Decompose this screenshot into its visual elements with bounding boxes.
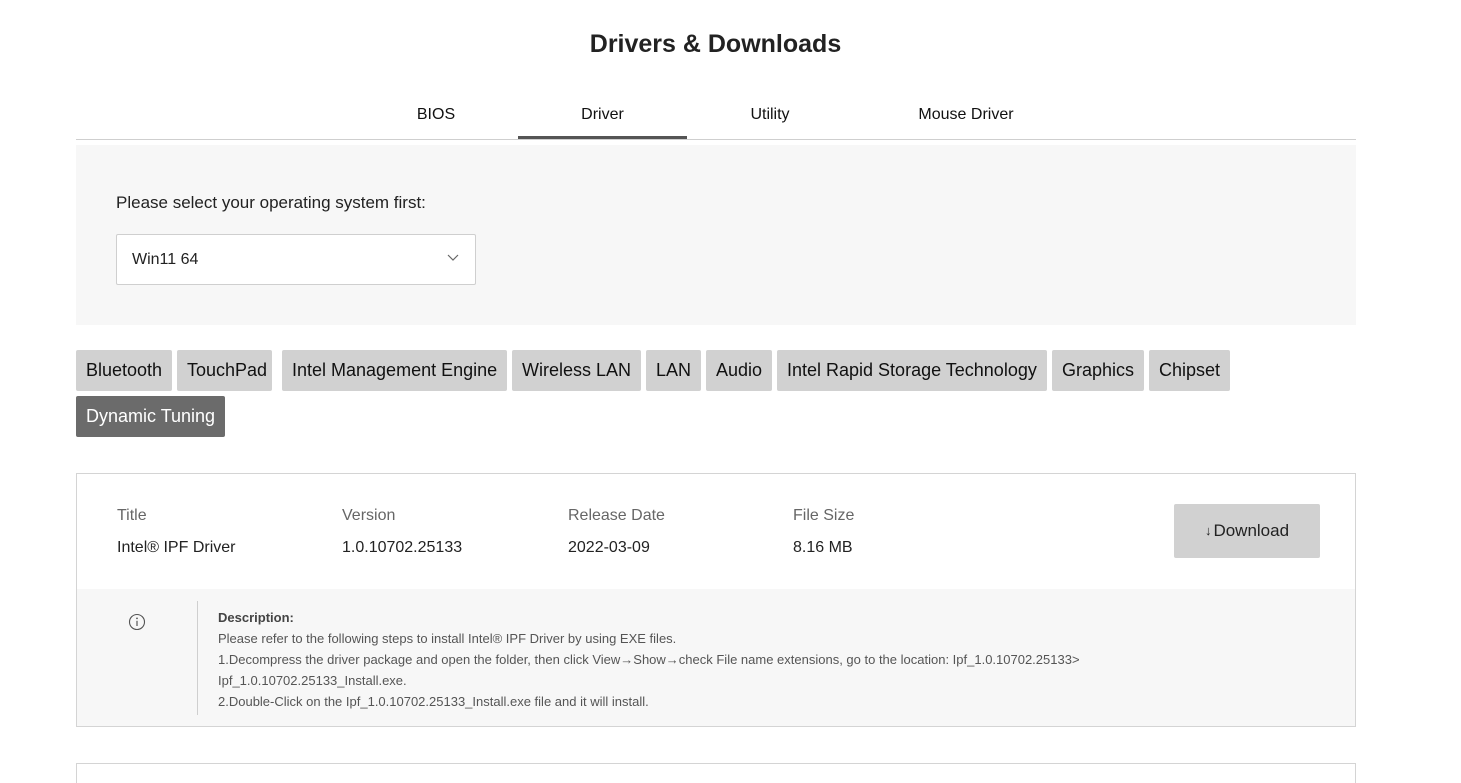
category-bluetooth[interactable]: Bluetooth	[76, 350, 172, 391]
tab-bios[interactable]: BIOS	[376, 90, 496, 139]
header-title: Title	[117, 507, 147, 524]
description-line: Please refer to the following steps to i…	[218, 631, 677, 646]
page-title: Drivers & Downloads	[589, 30, 842, 58]
category-wireless-lan[interactable]: Wireless LAN	[512, 350, 641, 391]
driver-file-size: 8.16 MB	[793, 539, 853, 556]
driver-item-card-next	[76, 763, 1356, 783]
os-selection-panel: Please select your operating system firs…	[76, 145, 1356, 325]
tab-bar: BIOS Driver Utility Mouse Driver	[76, 90, 1356, 140]
tab-driver[interactable]: Driver	[518, 90, 687, 139]
description-line: 2.Double-Click on the Ipf_1.0.10702.2513…	[218, 694, 649, 709]
description-section: Description: Please refer to the followi…	[77, 589, 1355, 726]
description-line: 1.Decompress the driver package and open…	[218, 652, 1080, 667]
driver-version: 1.0.10702.25133	[342, 539, 463, 556]
description-line: Ipf_1.0.10702.25133_Install.exe.	[218, 673, 407, 688]
description-divider	[197, 601, 198, 715]
category-touchpad[interactable]: TouchPad	[177, 350, 272, 391]
info-icon	[128, 613, 146, 631]
header-file-size: File Size	[793, 507, 855, 524]
download-button[interactable]: ↓ Download	[1174, 504, 1320, 558]
os-select-value: Win11 64	[132, 251, 199, 268]
download-button-label: Download	[1213, 521, 1290, 540]
driver-title: Intel® IPF Driver	[117, 539, 236, 556]
os-select-label: Please select your operating system firs…	[116, 193, 426, 212]
category-audio[interactable]: Audio	[706, 350, 772, 391]
category-chipset[interactable]: Chipset	[1149, 350, 1230, 391]
description-text: Description: Please refer to the followi…	[218, 607, 1328, 712]
os-select-dropdown[interactable]: Win11 64	[116, 234, 476, 285]
download-arrow-icon: ↓	[1204, 523, 1212, 538]
description-title: Description:	[218, 610, 294, 625]
header-version: Version	[342, 507, 396, 524]
category-intel-management-engine[interactable]: Intel Management Engine	[282, 350, 507, 391]
tab-utility[interactable]: Utility	[710, 90, 830, 139]
category-dynamic-tuning[interactable]: Dynamic Tuning	[76, 396, 225, 437]
chevron-down-icon	[447, 254, 459, 261]
tab-mouse-driver[interactable]: Mouse Driver	[886, 90, 1046, 139]
category-intel-rapid-storage-technology[interactable]: Intel Rapid Storage Technology	[777, 350, 1047, 391]
driver-item-card: Title Version Release Date File Size Int…	[76, 473, 1356, 727]
driver-release-date: 2022-03-09	[568, 539, 650, 556]
category-lan[interactable]: LAN	[646, 350, 701, 391]
header-release-date: Release Date	[568, 507, 665, 524]
category-graphics[interactable]: Graphics	[1052, 350, 1144, 391]
